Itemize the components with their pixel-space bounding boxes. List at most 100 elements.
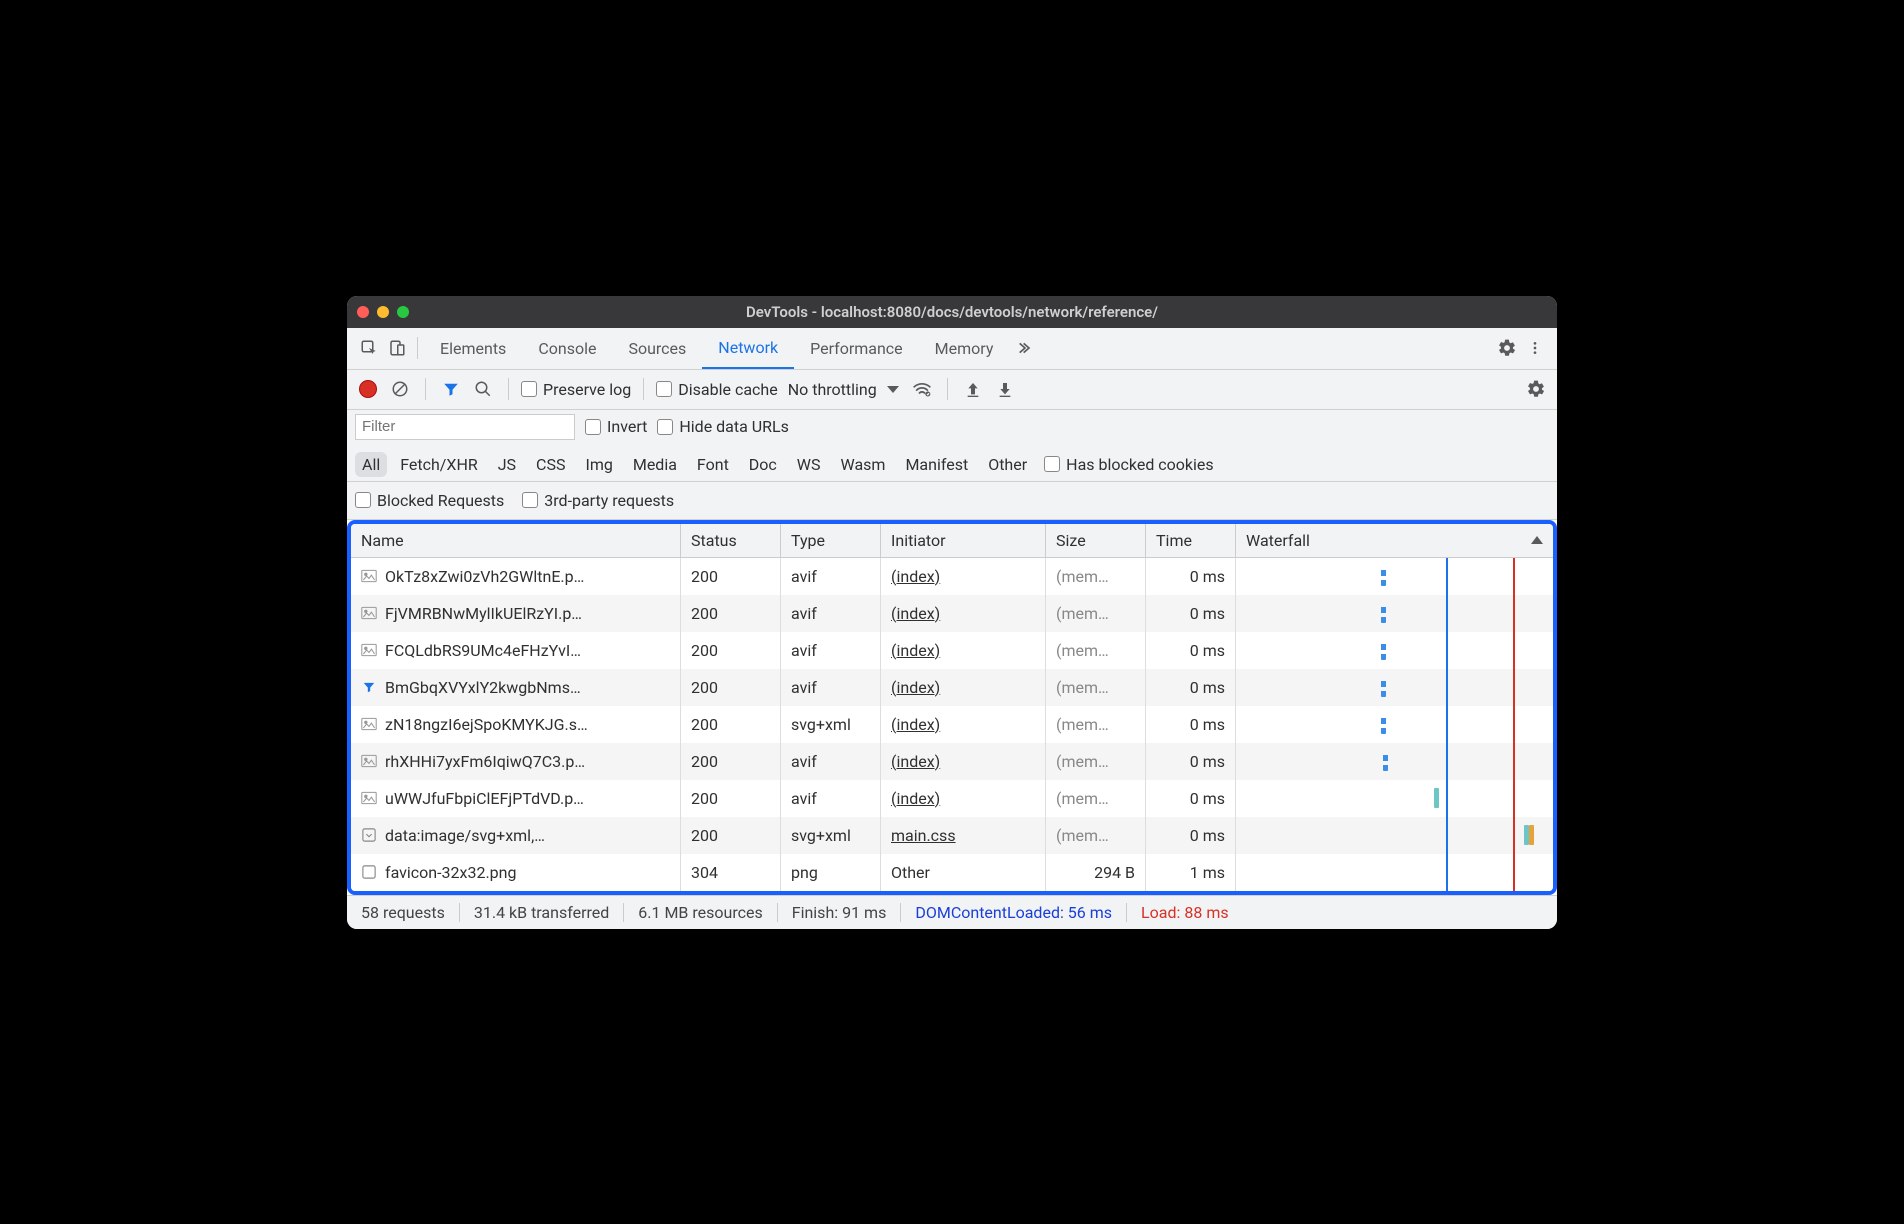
disable-cache-checkbox[interactable]: Disable cache [656,380,777,399]
titlebar: DevTools - localhost:8080/docs/devtools/… [347,296,1557,328]
cell-type: avif [781,743,881,780]
upload-har-icon[interactable] [960,376,986,402]
device-toggle-icon[interactable] [383,334,411,362]
cell-initiator[interactable]: Other [881,854,1046,891]
filter-type-other[interactable]: Other [981,452,1034,477]
close-window-button[interactable] [357,306,369,318]
filter-type-ws[interactable]: WS [790,452,828,477]
cell-status: 200 [681,595,781,632]
img-file-icon [361,791,377,805]
table-row[interactable]: rhXHHi7yxFm6IqiwQ7C3.p…200avif(index)(me… [351,743,1553,780]
tab-performance[interactable]: Performance [794,327,919,369]
cell-initiator[interactable]: (index) [881,558,1046,595]
cell-type: avif [781,669,881,706]
table-row[interactable]: FCQLdbRS9UMc4eFHzYvI…200avif(index)(mem…… [351,632,1553,669]
inspect-element-icon[interactable] [355,334,383,362]
hide-data-urls-checkbox[interactable]: Hide data URLs [657,417,789,436]
filter-type-css[interactable]: CSS [529,452,572,477]
cell-name: FCQLdbRS9UMc4eFHzYvI… [351,632,681,669]
preserve-log-checkbox[interactable]: Preserve log [521,380,631,399]
img-file-icon [361,569,377,583]
filter-toggle-icon[interactable] [438,376,464,402]
tab-elements[interactable]: Elements [424,327,522,369]
tab-network[interactable]: Network [702,327,794,369]
cell-time: 0 ms [1146,817,1236,854]
cell-size: (mem… [1046,558,1146,595]
hide-data-urls-label: Hide data URLs [679,417,789,436]
tab-memory[interactable]: Memory [919,327,1010,369]
cell-status: 200 [681,817,781,854]
col-size[interactable]: Size [1046,524,1146,557]
filter-input[interactable] [355,414,575,440]
cell-initiator[interactable]: (index) [881,632,1046,669]
cell-initiator[interactable]: (index) [881,595,1046,632]
filter-type-wasm[interactable]: Wasm [834,452,893,477]
window-title: DevTools - localhost:8080/docs/devtools/… [347,303,1557,321]
blocked-requests-checkbox[interactable]: Blocked Requests [355,491,504,510]
cell-initiator[interactable]: (index) [881,669,1046,706]
col-initiator[interactable]: Initiator [881,524,1046,557]
maximize-window-button[interactable] [397,306,409,318]
table-row[interactable]: zN18ngzI6ejSpoKMYKJG.s…200svg+xml(index)… [351,706,1553,743]
more-tabs-icon[interactable] [1009,334,1037,362]
settings-icon[interactable] [1493,334,1521,362]
tab-sources[interactable]: Sources [612,327,702,369]
cell-status: 200 [681,669,781,706]
download-har-icon[interactable] [992,376,1018,402]
col-type[interactable]: Type [781,524,881,557]
cell-name: rhXHHi7yxFm6IqiwQ7C3.p… [351,743,681,780]
panel-settings-icon[interactable] [1523,376,1549,402]
table-row[interactable]: BmGbqXVYxlY2kwgbNms…200avif(index)(mem…0… [351,669,1553,706]
throttling-label: No throttling [788,380,877,399]
filter-bar: Invert Hide data URLs AllFetch/XHRJSCSSI… [347,410,1557,482]
status-transferred: 31.4 kB transferred [460,903,624,922]
record-button[interactable] [355,376,381,402]
has-blocked-cookies-checkbox[interactable]: Has blocked cookies [1044,455,1214,474]
devtools-window: DevTools - localhost:8080/docs/devtools/… [347,296,1557,929]
cell-size: (mem… [1046,595,1146,632]
cell-size: (mem… [1046,706,1146,743]
img-file-icon [361,754,377,768]
clear-icon[interactable] [387,376,413,402]
col-status[interactable]: Status [681,524,781,557]
filter-type-js[interactable]: JS [491,452,523,477]
throttling-select[interactable]: No throttling [784,380,903,399]
filter-type-fetchxhr[interactable]: Fetch/XHR [393,452,485,477]
status-bar: 58 requests 31.4 kB transferred 6.1 MB r… [347,895,1557,929]
table-row[interactable]: favicon-32x32.png304pngOther294 B1 ms [351,854,1553,891]
cell-name: BmGbqXVYxlY2kwgbNms… [351,669,681,706]
cell-initiator[interactable]: (index) [881,706,1046,743]
third-party-label: 3rd-party requests [544,491,674,510]
kebab-menu-icon[interactable] [1521,334,1549,362]
status-domcontentloaded: DOMContentLoaded: 56 ms [901,903,1127,922]
minimize-window-button[interactable] [377,306,389,318]
cell-status: 304 [681,854,781,891]
invert-checkbox[interactable]: Invert [585,417,647,436]
third-party-checkbox[interactable]: 3rd-party requests [522,491,674,510]
cell-status: 200 [681,706,781,743]
col-time[interactable]: Time [1146,524,1236,557]
table-row[interactable]: FjVMRBNwMylIkUElRzYI.p…200avif(index)(me… [351,595,1553,632]
col-name[interactable]: Name [351,524,681,557]
cell-type: avif [781,632,881,669]
table-row[interactable]: data:image/svg+xml,…200svg+xmlmain.css(m… [351,817,1553,854]
filter-type-doc[interactable]: Doc [742,452,784,477]
cell-initiator[interactable]: main.css [881,817,1046,854]
disable-cache-label: Disable cache [678,380,777,399]
col-waterfall[interactable]: Waterfall [1236,524,1553,557]
search-icon[interactable] [470,376,496,402]
filter-type-all[interactable]: All [355,452,387,477]
filter-type-font[interactable]: Font [690,452,736,477]
table-row[interactable]: uWWJfuFbpiClEFjPTdVD.p…200avif(index)(me… [351,780,1553,817]
table-row[interactable]: OkTz8xZwi0zVh2GWltnE.p…200avif(index)(me… [351,558,1553,595]
tab-console[interactable]: Console [522,327,612,369]
cell-waterfall [1236,632,1553,669]
cell-initiator[interactable]: (index) [881,743,1046,780]
cell-name: data:image/svg+xml,… [351,817,681,854]
cell-initiator[interactable]: (index) [881,780,1046,817]
expand-file-icon [361,828,377,842]
network-conditions-icon[interactable] [909,376,935,402]
filter-type-manifest[interactable]: Manifest [898,452,975,477]
filter-type-media[interactable]: Media [626,452,684,477]
filter-type-img[interactable]: Img [578,452,619,477]
